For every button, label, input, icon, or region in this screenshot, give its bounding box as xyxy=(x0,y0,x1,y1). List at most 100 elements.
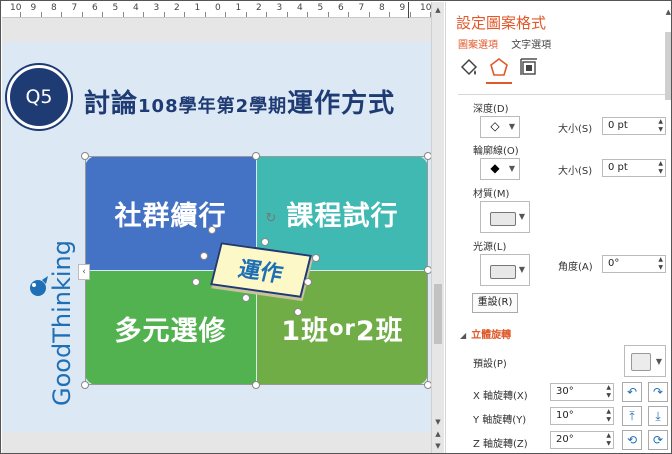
ruler-number: 8 xyxy=(379,3,385,13)
rotate-left-icon[interactable]: ↶ xyxy=(622,382,642,402)
format-shape-pane: 設定圖案格式 圖案選項 文字選項 深度(D) ◇ ▼ 大小(S) 0 pt ▲ … xyxy=(445,2,671,453)
resize-handle-sw[interactable] xyxy=(81,381,89,389)
ruler-number: 8 xyxy=(51,3,57,13)
rotate-handle-icon[interactable]: ↻ xyxy=(264,212,278,226)
scroll-up-icon[interactable]: ▲ xyxy=(432,4,444,16)
depth-size-input[interactable]: 0 pt ▲ ▼ xyxy=(602,117,666,135)
ruler-number: 7 xyxy=(358,3,365,13)
badge-handle-n[interactable] xyxy=(261,238,269,246)
pane-tabs: 圖案選項 文字選項 xyxy=(458,36,561,51)
quadrant-bottom-left[interactable]: 多元選修 xyxy=(85,271,256,385)
scroll-down-icon[interactable]: ▼ xyxy=(432,416,444,428)
tab-text-options[interactable]: 文字選項 xyxy=(511,36,551,51)
resize-handle-n[interactable] xyxy=(252,152,260,160)
ruler-tick xyxy=(122,12,124,17)
spinner-icon[interactable]: ▲ ▼ xyxy=(606,384,611,400)
next-slide-icon[interactable]: ▼ xyxy=(432,440,444,452)
spinner-icon[interactable]: ▲ ▼ xyxy=(658,118,663,134)
ruler-number: 5 xyxy=(112,3,119,13)
ruler-tick xyxy=(225,12,226,17)
reset-button[interactable]: 重設(R) xyxy=(472,293,518,313)
ruler-tick xyxy=(409,12,411,17)
ruler-number: 5 xyxy=(317,3,324,13)
contour-size-input[interactable]: 0 pt ▲ ▼ xyxy=(602,159,666,177)
badge-handle-w[interactable] xyxy=(200,252,208,260)
pane-scroll-thumb[interactable] xyxy=(665,32,671,100)
scroll-up-icon[interactable]: ▲ xyxy=(666,8,671,16)
depth-color-picker[interactable]: ◇ ▼ xyxy=(480,116,520,138)
horizontal-ruler: 10 9 8 7 6 5 4 3 2 1 0 1 2 3 4 5 6 7 8 9 10 xyxy=(2,2,432,18)
ruler-tick xyxy=(389,12,390,17)
title-prefix: 討論 xyxy=(84,89,139,119)
brand-anchor: GoodThinking xyxy=(48,240,76,407)
chevron-down-icon: ▼ xyxy=(518,265,525,274)
ruler-tick xyxy=(368,12,370,17)
preset-label: 預設(P) xyxy=(473,359,507,370)
badge-handle-e[interactable] xyxy=(304,278,312,286)
preset-picker[interactable]: ▼ xyxy=(624,345,666,377)
contour-size-value: 0 pt xyxy=(608,162,628,173)
pane-title: 設定圖案格式 xyxy=(456,14,547,32)
rotation-section-header[interactable]: ◢ 立體旋轉 xyxy=(460,326,511,341)
ruler-tick xyxy=(102,12,103,17)
ruler-number: 7 xyxy=(71,3,78,13)
pentagon-icon[interactable] xyxy=(488,56,510,78)
ruler-tick xyxy=(327,12,329,17)
ruler-number: 6 xyxy=(338,3,344,13)
badge-handle-nw[interactable] xyxy=(208,226,216,234)
spinner-icon[interactable]: ▲ ▼ xyxy=(606,408,611,424)
x-rotation-label: X 軸旋轉(X) xyxy=(473,391,528,402)
depth-size-label: 大小(S) xyxy=(558,124,593,135)
active-category-indicator xyxy=(486,82,512,84)
pane-divider xyxy=(458,94,668,95)
canvas-vertical-scrollbar[interactable]: ▲ ▼ ▲ ▼ xyxy=(431,2,444,453)
spinner-icon[interactable]: ▲ ▼ xyxy=(658,160,663,176)
rotation-section-title: 立體旋轉 xyxy=(471,330,512,341)
collapse-left-icon[interactable]: ‹ xyxy=(78,264,90,280)
x-rotation-input[interactable]: 30° ▲ ▼ xyxy=(550,383,614,401)
badge-handle-sw[interactable] xyxy=(192,278,200,286)
pane-scrollbar[interactable]: ▲ xyxy=(664,2,671,453)
angle-value: 0° xyxy=(608,258,620,269)
y-rotation-value: 10° xyxy=(556,410,574,421)
ruler-tick xyxy=(40,12,42,17)
rotate-up-icon[interactable]: ⤒ xyxy=(622,406,642,426)
rotate-ccw-icon[interactable]: ⟲ xyxy=(622,430,642,450)
y-rotation-input[interactable]: 10° ▲ ▼ xyxy=(550,407,614,425)
quadrant-bottom-right-c: 2班 xyxy=(355,315,404,347)
ruler-number: 6 xyxy=(92,3,98,13)
collapse-triangle-icon: ◢ xyxy=(460,331,467,340)
ruler-number: 4 xyxy=(297,3,303,13)
z-rotation-input[interactable]: 20° ▲ ▼ xyxy=(550,431,614,449)
material-preview-icon xyxy=(490,212,516,226)
fill-bucket-icon[interactable] xyxy=(458,56,480,78)
ruler-number: 4 xyxy=(133,3,139,13)
ruler-number: 1 xyxy=(235,3,242,13)
quadrant-bottom-right-b: or xyxy=(329,316,356,340)
prev-slide-icon[interactable]: ▲ xyxy=(432,428,444,440)
title-middle: 108學年第2學期 xyxy=(138,96,288,117)
size-layout-icon[interactable] xyxy=(518,56,540,78)
preset-preview-icon xyxy=(631,353,651,371)
badge-handle-se[interactable] xyxy=(294,308,302,316)
resize-handle-s[interactable] xyxy=(252,381,260,389)
resize-handle-nw[interactable] xyxy=(81,152,89,160)
powerpoint-window: 10 9 8 7 6 5 4 3 2 1 0 1 2 3 4 5 6 7 8 9 10 Q5 討論108學年第2學期運作… xyxy=(0,0,672,454)
angle-input[interactable]: 0° ▲ ▼ xyxy=(602,255,666,273)
chevron-down-icon: ▼ xyxy=(655,357,662,366)
tab-shape-options[interactable]: 圖案選項 xyxy=(458,36,498,51)
paint-bucket-icon: ◆ xyxy=(490,161,500,175)
slide[interactable]: Q5 討論108學年第2學期運作方式 GoodThinking 社群續行 課程試… xyxy=(2,42,432,432)
ruler-tick xyxy=(307,12,308,17)
badge-handle-s[interactable] xyxy=(242,294,250,302)
ruler-tick xyxy=(286,12,288,17)
spinner-icon[interactable]: ▲ ▼ xyxy=(606,432,611,448)
spinner-icon[interactable]: ▲ ▼ xyxy=(658,256,663,272)
ruler-tick xyxy=(204,12,206,17)
contour-color-picker[interactable]: ◆ ▼ xyxy=(480,158,520,180)
lighting-picker[interactable]: ▼ xyxy=(480,254,530,286)
badge-handle-ne[interactable] xyxy=(312,254,320,262)
material-picker[interactable]: ▼ xyxy=(480,201,530,233)
scroll-thumb[interactable] xyxy=(434,284,442,344)
center-label-text: 運作 xyxy=(235,257,286,288)
